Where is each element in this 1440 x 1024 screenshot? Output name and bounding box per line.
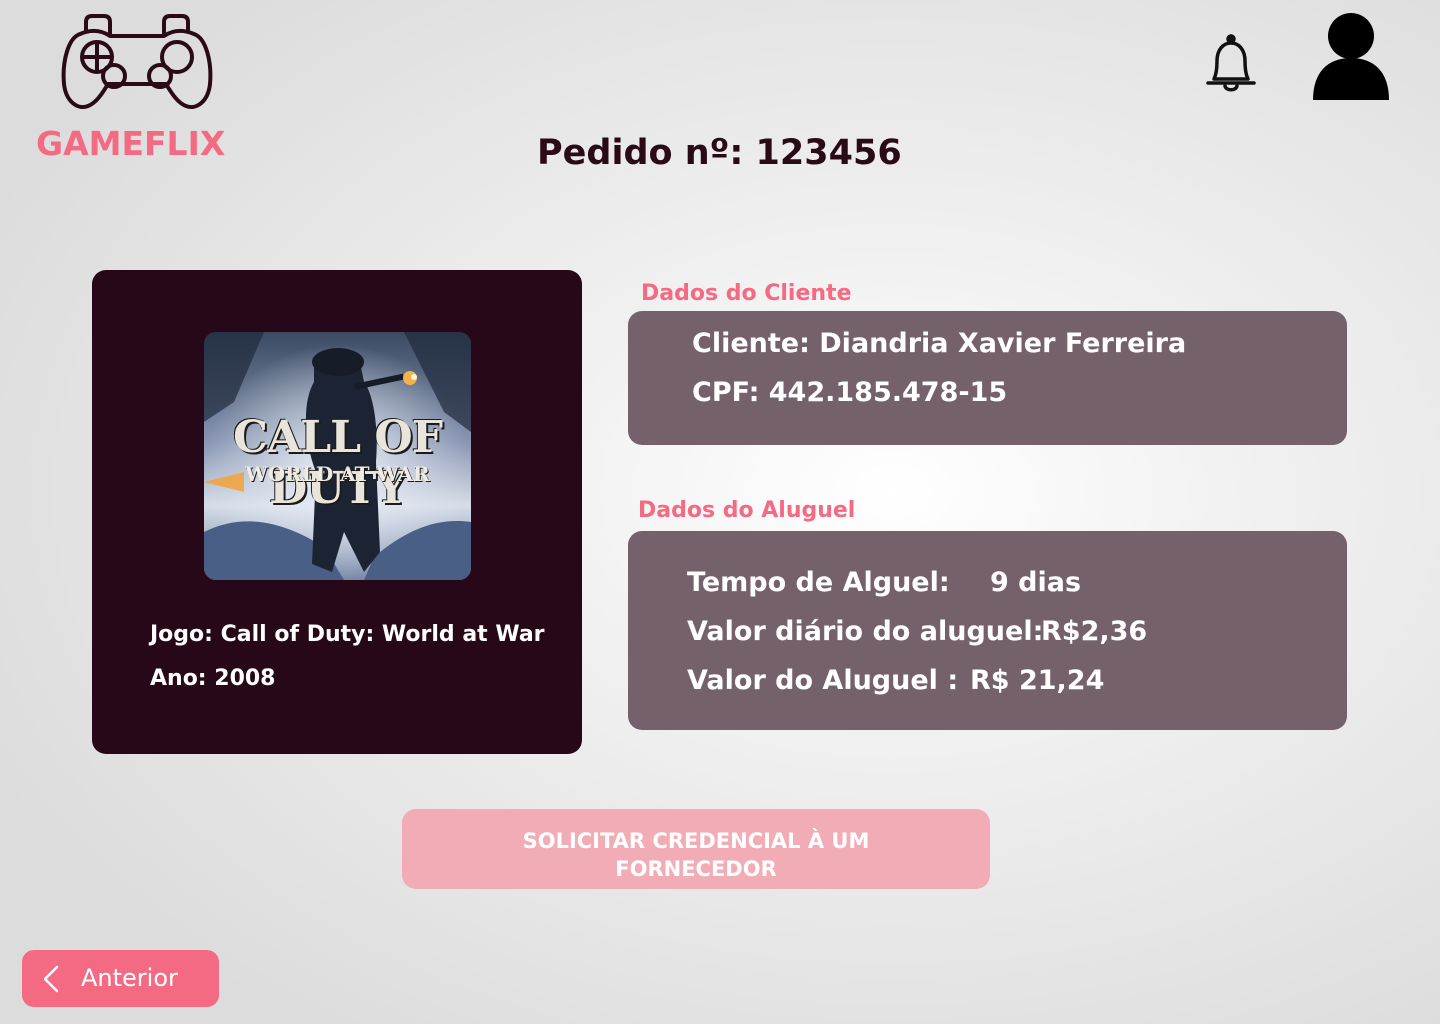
- cover-subtitle: WORLD AT WAR: [245, 462, 430, 486]
- game-name: Jogo: Call of Duty: World at War: [150, 622, 545, 647]
- game-cover-image: CALL OF DUTY WORLD AT WAR: [204, 332, 471, 580]
- request-credential-button[interactable]: SOLICITAR CREDENCIAL À UM FORNECEDOR: [402, 809, 990, 889]
- back-button[interactable]: Anterior: [22, 950, 219, 1007]
- rental-period-value: 9 dias: [990, 567, 1082, 598]
- page-title: Pedido nº: 123456: [537, 133, 902, 173]
- rental-daily-label: Valor diário do aluguel:: [687, 616, 1044, 647]
- client-name: Cliente: Diandria Xavier Ferreira: [692, 328, 1187, 359]
- client-cpf: CPF: 442.185.478-15: [692, 377, 1008, 408]
- bell-icon[interactable]: [1202, 33, 1260, 95]
- game-year: Ano: 2008: [150, 666, 276, 691]
- game-card: CALL OF DUTY WORLD AT WAR Jogo: Call of …: [92, 270, 582, 754]
- rental-daily-value: R$2,36: [1041, 616, 1148, 647]
- client-section-label: Dados do Cliente: [641, 281, 852, 306]
- gamepad-icon: [61, 14, 213, 109]
- chevron-left-icon: [43, 965, 59, 993]
- rental-total-value: R$ 21,24: [970, 665, 1105, 696]
- client-panel: Cliente: Diandria Xavier Ferreira CPF: 4…: [628, 311, 1347, 445]
- rental-total-label: Valor do Aluguel :: [687, 665, 959, 696]
- rental-period-label: Tempo de Alguel:: [687, 567, 950, 598]
- game-info: Jogo: Call of Duty: World at War Ano: 20…: [150, 618, 545, 706]
- back-button-label: Anterior: [81, 964, 178, 992]
- rental-panel: Tempo de Alguel: 9 dias Valor diário do …: [628, 531, 1347, 730]
- user-icon[interactable]: [1310, 12, 1392, 104]
- rental-section-label: Dados do Aluguel: [638, 498, 856, 523]
- brand-name: GAMEFLIX: [36, 124, 226, 163]
- request-credential-label-line2: FORNECEDOR: [615, 857, 777, 881]
- request-credential-label-line1: SOLICITAR CREDENCIAL À UM: [522, 829, 870, 853]
